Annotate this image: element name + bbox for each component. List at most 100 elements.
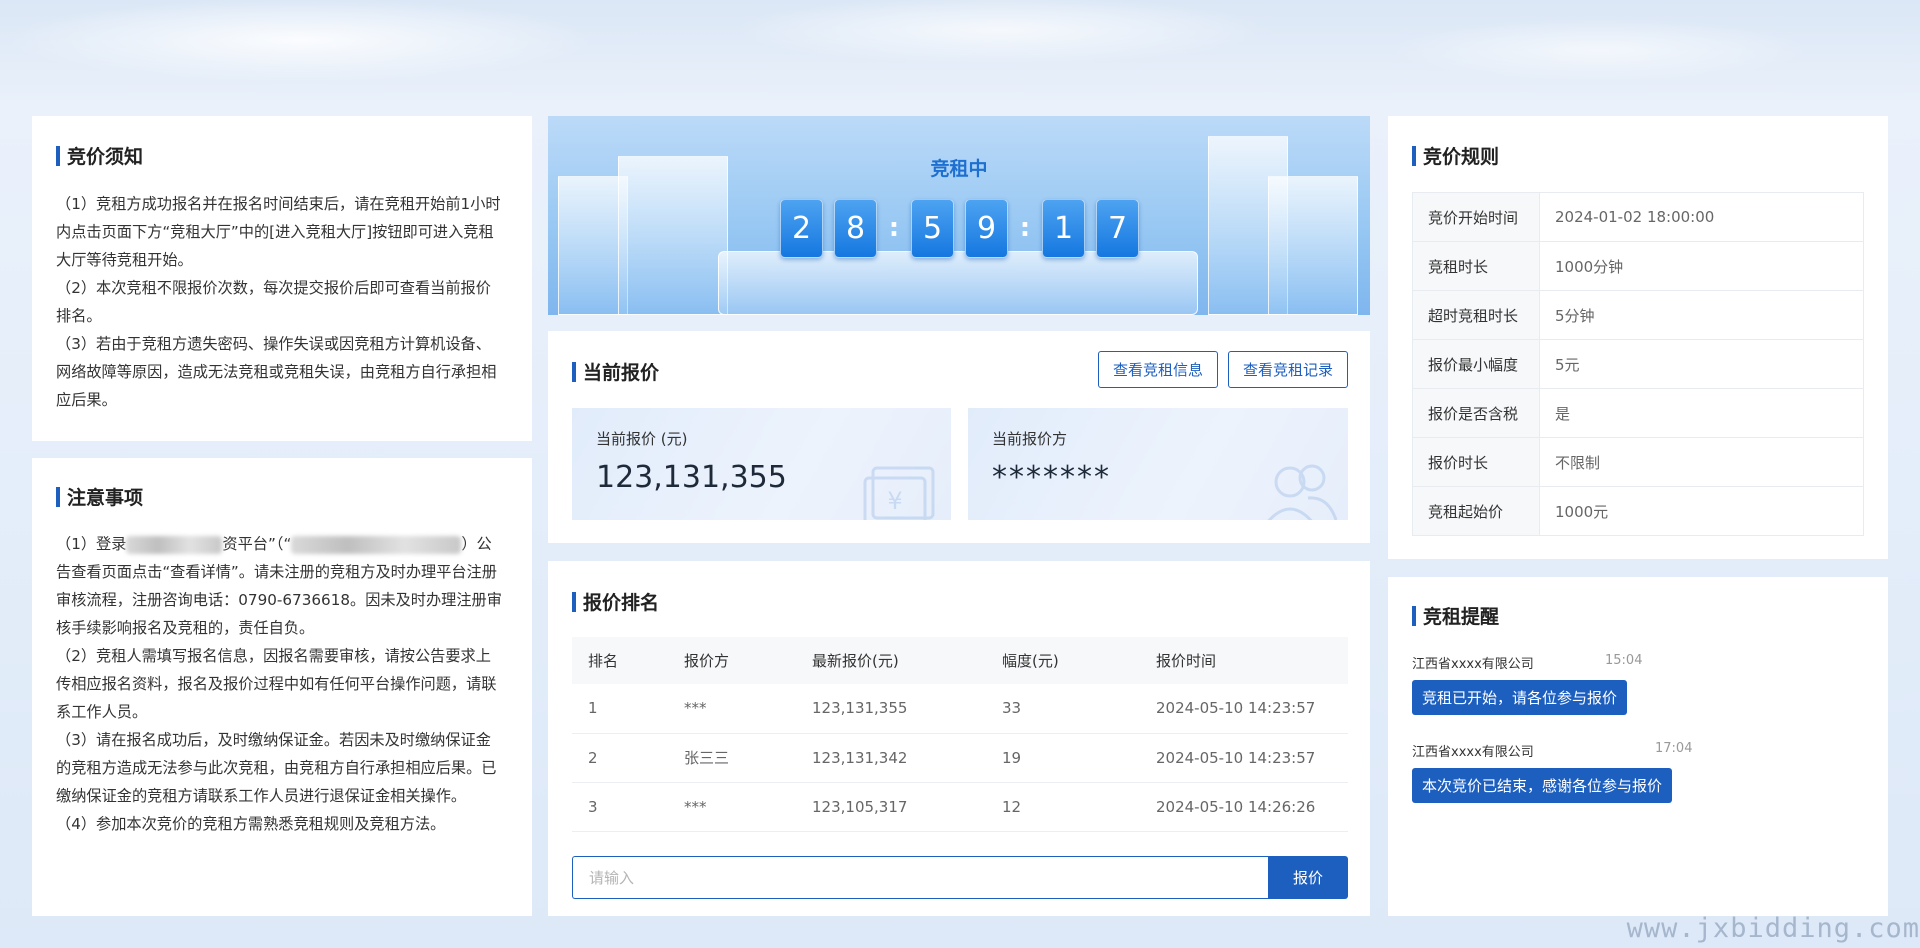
notice-item: （3）若由于竞租方遗失密码、操作失误或因竞租方计算机设备、网络故障等原因，造成无… xyxy=(56,335,497,409)
rule-key: 超时竞租时长 xyxy=(1412,290,1540,340)
message-time: 15:04 xyxy=(1605,653,1643,668)
rule-row: 超时竞租时长 5分钟 xyxy=(1412,290,1864,340)
title-accent-bar xyxy=(1412,605,1416,626)
rule-row: 竞租起始价 1000元 xyxy=(1412,486,1864,536)
timer-separator: : xyxy=(1019,213,1031,243)
title-accent-bar xyxy=(572,361,576,382)
rule-row: 竞价开始时间 2024-01-02 18:00:00 xyxy=(1412,192,1864,242)
table-row: 1 *** 123,131,355 33 2024-05-10 14:23:57 xyxy=(572,684,1348,734)
price-cell: 123,131,355 xyxy=(812,684,1002,734)
notice-title: 竞价须知 xyxy=(56,142,143,169)
rule-value: 2024-01-02 18:00:00 xyxy=(1539,192,1864,242)
redacted-platform-name xyxy=(126,535,223,554)
matters-item: （4）参加本次竞价的竞租方需熟悉竞租规则及竞租方法。 xyxy=(56,815,446,833)
column-header: 幅度(元) xyxy=(1002,637,1156,684)
rule-row: 报价时长 不限制 xyxy=(1412,437,1864,487)
rule-key: 竞价开始时间 xyxy=(1412,192,1540,242)
banner-stage xyxy=(718,251,1198,315)
rule-row: 竞租时长 1000分钟 xyxy=(1412,241,1864,291)
bid-amount-input[interactable] xyxy=(572,856,1269,899)
rule-value: 1000元 xyxy=(1539,486,1864,536)
increment-cell: 19 xyxy=(1002,733,1156,783)
matters-item: （3）请在报名成功后，及时缴纳保证金。若因未及时缴纳保证金的竞租方造成无法参与此… xyxy=(56,731,497,805)
rule-value: 不限制 xyxy=(1539,437,1864,487)
title-accent-bar xyxy=(572,591,576,612)
rank-cell: 2 xyxy=(572,733,684,783)
rule-value: 1000分钟 xyxy=(1539,241,1864,291)
table-header-row: 排名 报价方 最新报价(元) 幅度(元) 报价时间 xyxy=(572,637,1348,684)
message-sender: 江西省xxxx有限公司 xyxy=(1412,745,1534,760)
rule-value: 是 xyxy=(1539,388,1864,438)
matters-title: 注意事项 xyxy=(56,483,143,510)
current-bidder-label: 当前报价方 xyxy=(992,430,1068,448)
submit-bid-button[interactable]: 报价 xyxy=(1268,856,1348,899)
price-cell: 123,105,317 xyxy=(812,782,1002,832)
redacted-url xyxy=(291,535,462,554)
price-cell: 123,131,342 xyxy=(812,733,1002,783)
current-bid-title: 当前报价 xyxy=(572,358,659,385)
rules-title: 竞价规则 xyxy=(1412,142,1499,169)
column-header: 最新报价(元) xyxy=(812,637,1002,684)
svg-text:¥: ¥ xyxy=(887,487,902,515)
title-accent-bar xyxy=(56,486,60,507)
current-bidder-value: ******* xyxy=(992,460,1111,495)
current-price-value: 123,131,355 xyxy=(596,460,787,495)
matters-body: （1）登录 资平台”（“ ）公告查看页面点击“查看详情”。请未注册的竞租方及时办理平… xyxy=(56,530,506,838)
rule-row: 报价最小幅度 5元 xyxy=(1412,339,1864,389)
message-bubble: 本次竞价已结束，感谢各位参与报价 xyxy=(1412,768,1673,803)
timer-digit: 9 xyxy=(965,198,1008,258)
rule-key: 报价是否含税 xyxy=(1412,388,1540,438)
watermark: www.jxbidding.com xyxy=(1626,913,1920,944)
countdown-banner: 竞租中 2 8 : 5 9 : 1 7 xyxy=(548,116,1370,315)
current-bidder-box: 当前报价方 ******* xyxy=(968,408,1348,520)
notice-item: （1）竞租方成功报名并在报名时间结束后，请在竞租开始前1小时内点击页面下方“竞租… xyxy=(56,195,501,269)
rules-table: 竞价开始时间 2024-01-02 18:00:00 竞租时长 1000分钟 超时竞… xyxy=(1412,192,1864,536)
timer-digit: 1 xyxy=(1042,198,1085,258)
rule-value: 5元 xyxy=(1539,339,1864,389)
notice-item: （2）本次竞租不限报价次数，每次提交报价后即可查看当前报价排名。 xyxy=(56,279,491,325)
rule-key: 竞租时长 xyxy=(1412,241,1540,291)
ranking-table: 排名 报价方 最新报价(元) 幅度(元) 报价时间 1 *** 123,131,… xyxy=(572,637,1348,832)
notice-body: （1）竞租方成功报名并在报名时间结束后，请在竞租开始前1小时内点击页面下方“竞租… xyxy=(56,190,506,414)
increment-cell: 12 xyxy=(1002,782,1156,832)
time-cell: 2024-05-10 14:26:26 xyxy=(1156,782,1348,832)
increment-cell: 33 xyxy=(1002,684,1156,734)
countdown-timer: 2 8 : 5 9 : 1 7 xyxy=(780,198,1150,258)
title-accent-bar xyxy=(1412,145,1416,166)
title-accent-bar xyxy=(56,145,60,166)
timer-digit: 7 xyxy=(1096,198,1139,258)
time-cell: 2024-05-10 14:23:57 xyxy=(1156,733,1348,783)
current-price-box: 当前报价 (元) 123,131,355 ¥ xyxy=(572,408,951,520)
auction-status-label: 竞租中 xyxy=(930,158,988,180)
rank-cell: 3 xyxy=(572,782,684,832)
timer-digit: 5 xyxy=(911,198,954,258)
matters-item: （1）登录 资平台”（“ ）公告查看页面点击“查看详情”。请未注册的竞租方及时办理平… xyxy=(56,535,502,637)
ranking-title: 报价排名 xyxy=(572,588,659,615)
view-auction-record-button[interactable]: 查看竞租记录 xyxy=(1228,351,1348,388)
time-cell: 2024-05-10 14:23:57 xyxy=(1156,684,1348,734)
message-bubble: 竞租已开始，请各位参与报价 xyxy=(1412,680,1628,715)
rule-value: 5分钟 xyxy=(1539,290,1864,340)
header-sky-background xyxy=(0,0,1920,100)
current-price-label: 当前报价 (元) xyxy=(596,430,688,448)
bidder-cell: 张三三 xyxy=(684,733,812,783)
table-row: 2 张三三 123,131,342 19 2024-05-10 14:23:57 xyxy=(572,733,1348,783)
matters-item: （2）竞租人需填写报名信息，因报名需要审核，请按公告要求上传相应报名资料，报名及… xyxy=(56,647,497,721)
timer-separator: : xyxy=(888,213,900,243)
column-header: 报价时间 xyxy=(1156,637,1348,684)
banner-decoration xyxy=(1268,176,1358,315)
money-icon: ¥ xyxy=(863,466,935,520)
message-time: 17:04 xyxy=(1655,741,1693,756)
bidder-cell: *** xyxy=(684,782,812,832)
rank-cell: 1 xyxy=(572,684,684,734)
users-icon xyxy=(1267,464,1338,520)
rule-key: 竞租起始价 xyxy=(1412,486,1540,536)
message-sender: 江西省xxxx有限公司 xyxy=(1412,657,1534,672)
rule-row: 报价是否含税是 xyxy=(1412,388,1864,438)
table-row: 3 *** 123,105,317 12 2024-05-10 14:26:26 xyxy=(572,782,1348,832)
view-auction-info-button[interactable]: 查看竞租信息 xyxy=(1098,351,1218,388)
timer-digit: 8 xyxy=(834,198,877,258)
column-header: 报价方 xyxy=(684,637,812,684)
bidder-cell: *** xyxy=(684,684,812,734)
rule-key: 报价最小幅度 xyxy=(1412,339,1540,389)
